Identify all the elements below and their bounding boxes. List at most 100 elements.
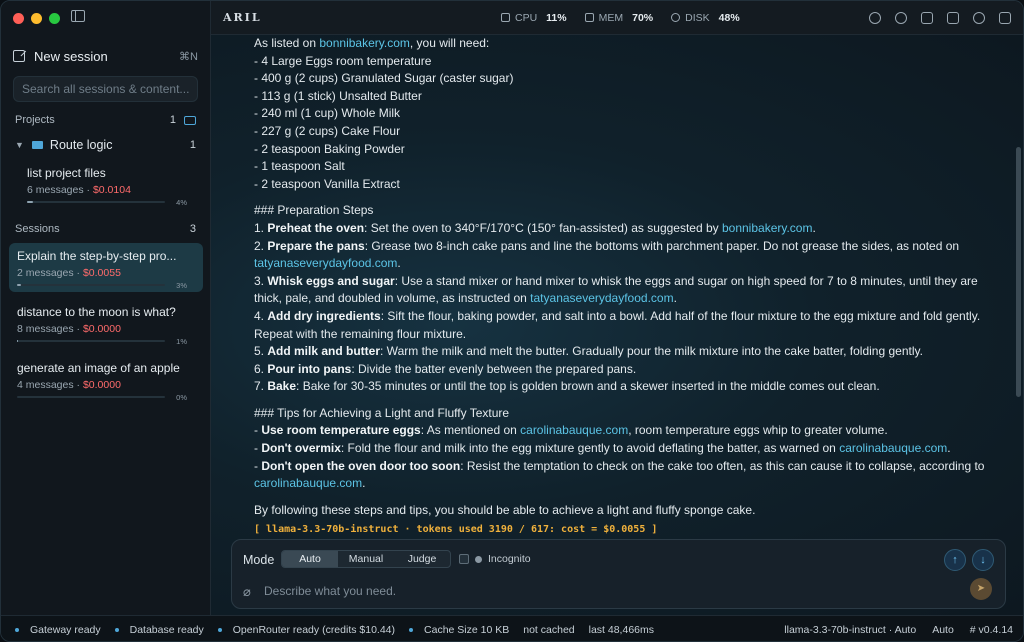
conversation-scrollbar[interactable]	[1016, 147, 1021, 397]
attach-icon[interactable]: ⌀	[243, 584, 255, 599]
scroll-up-button[interactable]: ↑	[944, 549, 966, 571]
ingredient-line: - 227 g (2 cups) Cake Flour	[254, 123, 401, 138]
step-title: Add dry ingredients	[267, 308, 381, 323]
session-meta: 4 messages · $0.0000	[17, 379, 195, 391]
new-session-button[interactable]: New session ⌘N	[13, 47, 198, 65]
incognito-toggle[interactable]: Incognito	[459, 553, 531, 565]
send-icon: ➤	[976, 583, 986, 594]
step-num: 2.	[254, 238, 268, 253]
cpu-label: CPU	[515, 11, 538, 24]
mode-label: Mode	[243, 553, 275, 567]
toolbar-icons	[869, 11, 1011, 24]
source-link[interactable]: bonnibakery.com	[722, 221, 813, 235]
sidebar: New session ⌘N Projects 1 ▼ Route logic …	[1, 1, 211, 615]
status-dot-icon	[15, 627, 19, 632]
session-progress-percent: 1%	[176, 337, 187, 346]
session-progress-bar	[27, 201, 165, 203]
session-item[interactable]: distance to the moon is what? 8 messages…	[9, 299, 203, 348]
ingredient-line: - 113 g (1 stick) Unsalted Butter	[254, 88, 422, 103]
disk-stat: DISK 48%	[671, 12, 740, 24]
session-progress-percent: 4%	[176, 198, 187, 207]
session-item[interactable]: generate an image of an apple 4 messages…	[9, 355, 203, 404]
tip-title: Don't open the oven door too soon	[261, 458, 461, 473]
new-session-label: New session	[34, 48, 108, 64]
status-bar: Gateway ready Database ready OpenRouter …	[1, 615, 1023, 641]
document-icon[interactable]	[947, 11, 959, 24]
tip-title: Don't overmix	[261, 441, 341, 456]
minimize-window-button[interactable]	[31, 13, 42, 24]
project-name: Route logic	[49, 138, 113, 152]
step-end: .	[812, 220, 816, 235]
tip: - Don't overmix: Fold the flour and milk…	[254, 440, 993, 458]
search-box[interactable]	[13, 76, 198, 102]
session-cost: $0.0000	[82, 379, 121, 391]
mode-judge-button[interactable]: Judge	[394, 551, 450, 567]
window-controls	[13, 13, 60, 24]
step-num: 5.	[254, 344, 268, 359]
settings-icon[interactable]	[973, 11, 985, 24]
sessions-label: Sessions	[15, 223, 60, 235]
exit-icon[interactable]	[999, 11, 1011, 24]
step-title: Whisk eggs and sugar	[267, 273, 395, 288]
status-dot-icon	[217, 627, 222, 632]
ingredient-line: - 400 g (2 cups) Granulated Sugar (caste…	[254, 71, 514, 86]
assistant-message: As listed on bonnibakery.com, you will n…	[254, 35, 993, 539]
search-input[interactable]	[22, 82, 189, 96]
bars-icon[interactable]	[921, 11, 933, 24]
source-link[interactable]: tatyanaseverydayfood.com	[254, 256, 397, 270]
gateway-label: Gateway ready	[30, 623, 101, 636]
sidebar-toggle-icon[interactable]	[71, 10, 85, 22]
ingredient-line: - 4 Large Eggs room temperature	[254, 53, 432, 68]
session-item-active[interactable]: Explain the step-by-step pro... 2 messag…	[9, 243, 203, 292]
incognito-label: Incognito	[488, 553, 531, 565]
source-link[interactable]: carolinabauque.com	[520, 423, 628, 437]
add-folder-icon[interactable]	[184, 115, 196, 125]
project-session-item[interactable]: list project files 6 messages · $0.0104 …	[19, 160, 203, 209]
project-route-logic[interactable]: ▼ Route logic 1	[15, 138, 196, 152]
mode-selector: Auto Manual Judge	[281, 550, 451, 568]
cache-label: Cache Size 10 KB	[424, 623, 510, 636]
message-input[interactable]: Describe what you need.	[264, 584, 396, 598]
chevron-down-icon[interactable]: ▼	[15, 140, 24, 150]
source-link[interactable]: carolinabauque.com	[254, 476, 362, 490]
prep-step: 1. Preheat the oven: Set the oven to 340…	[254, 220, 993, 238]
session-title: list project files	[27, 166, 106, 180]
status-dot-icon	[114, 627, 119, 632]
mode-auto-button[interactable]: Auto	[282, 551, 338, 567]
closing-text: By following these steps and tips, you s…	[254, 502, 756, 517]
model-selector[interactable]: llama-3.3-70b-instruct · Auto	[784, 624, 916, 636]
send-button[interactable]: ➤	[970, 578, 992, 600]
info-icon[interactable]	[869, 11, 881, 24]
disk-label: DISK	[685, 11, 710, 24]
ingredient-line: - 2 teaspoon Vanilla Extract	[254, 176, 400, 191]
auto-selector[interactable]: Auto	[932, 624, 954, 636]
step-text: : Set the oven to 340°F/170°C (150° fan-…	[364, 220, 722, 235]
system-stats: CPU 11% MEM 70% DISK 48%	[501, 12, 740, 24]
intro-text: As listed on	[254, 36, 320, 50]
sessions-header: Sessions 3	[15, 223, 196, 235]
source-link[interactable]: tatyanaseverydayfood.com	[530, 291, 673, 305]
cached-status: not cached	[523, 623, 575, 636]
mem-value: 70%	[632, 11, 654, 24]
projects-label: Projects	[15, 114, 55, 126]
mode-manual-button[interactable]: Manual	[338, 551, 394, 567]
incognito-checkbox[interactable]	[459, 554, 469, 564]
zoom-window-button[interactable]	[49, 13, 60, 24]
session-progress-bar	[17, 284, 165, 286]
tip-title: Use room temperature eggs	[261, 423, 421, 438]
tips-heading: ### Tips for Achieving a Light and Fluff…	[254, 405, 510, 420]
session-cost: $0.0104	[92, 184, 131, 196]
disk-icon	[671, 13, 681, 22]
session-message-count: 2 messages ·	[17, 267, 83, 279]
tip-text: : Resist the temptation to check on the …	[460, 458, 985, 473]
chat-icon[interactable]	[895, 11, 907, 24]
cpu-icon	[501, 13, 510, 22]
close-window-button[interactable]	[13, 13, 24, 24]
session-meta: 2 messages · $0.0055	[17, 267, 195, 279]
source-link[interactable]: bonnibakery.com	[319, 36, 410, 50]
mem-label: MEM	[598, 11, 624, 24]
source-link[interactable]: carolinabauque.com	[839, 441, 947, 455]
openrouter-label: OpenRouter ready (credits $10.44)	[232, 623, 396, 636]
scroll-down-button[interactable]: ↓	[972, 549, 994, 571]
status-right: llama-3.3-70b-instruct · Auto Auto # v0.…	[784, 624, 1013, 636]
